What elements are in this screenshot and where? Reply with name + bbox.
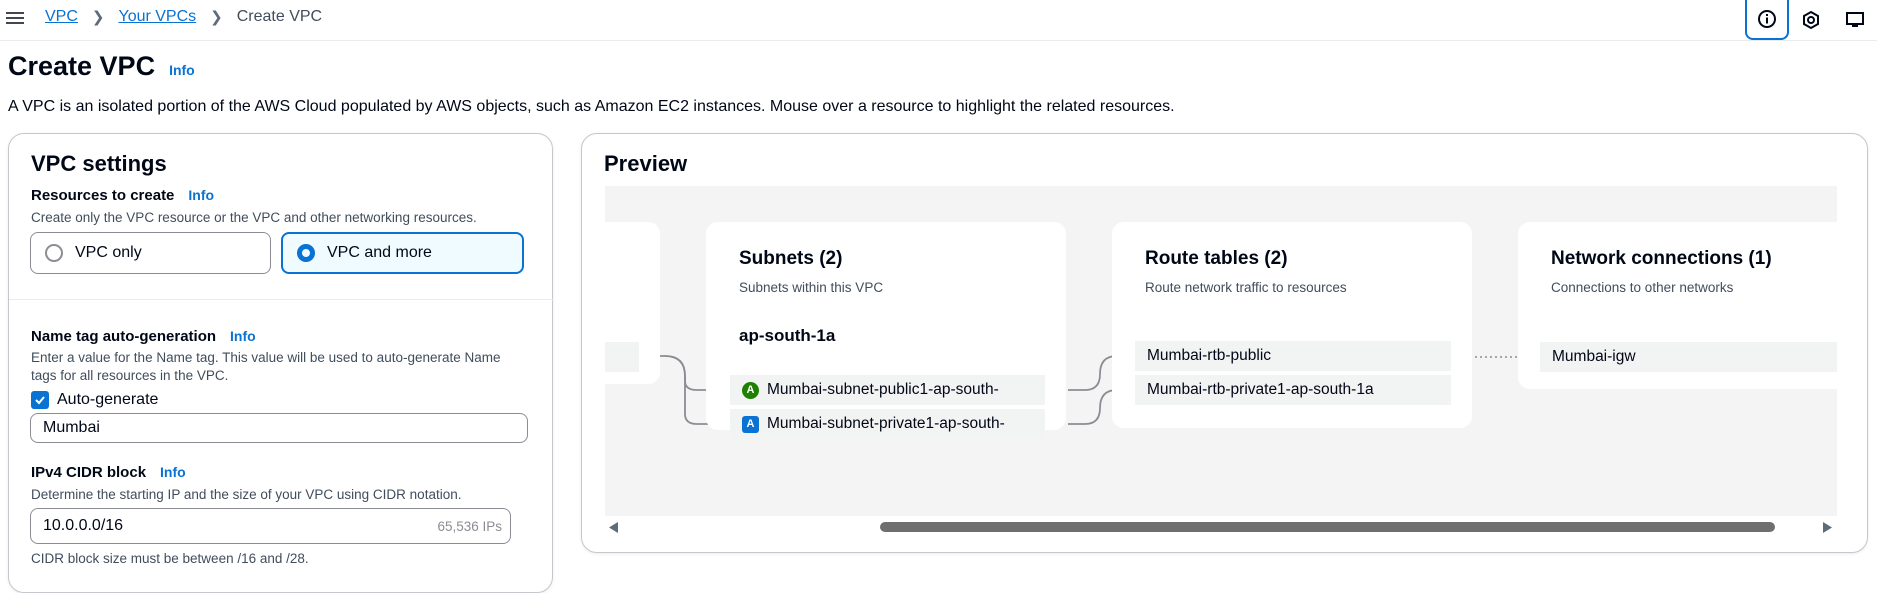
vpc-only-radio-option[interactable]: VPC only: [30, 232, 271, 274]
ipv4-cidr-input[interactable]: 10.0.0.0/16 65,536 IPs: [30, 508, 511, 544]
info-circle-icon: [1758, 10, 1776, 28]
name-tag-input[interactable]: Mumbai: [30, 413, 528, 443]
route-table-item-public[interactable]: Mumbai-rtb-public: [1135, 341, 1451, 371]
scroll-left-arrow-icon[interactable]: [609, 522, 619, 533]
name-tag-help-line2: tags for all resources in the VPC.: [31, 368, 229, 383]
availability-zone-label: ap-south-1a: [739, 326, 836, 345]
chevron-right-icon: ❯: [91, 9, 105, 26]
breadcrumb-current: Create VPC: [236, 8, 323, 25]
page-description: A VPC is an isolated portion of the AWS …: [8, 98, 1175, 115]
ipv4-ip-count: 65,536 IPs: [437, 518, 502, 534]
name-tag-value: Mumbai: [43, 419, 100, 436]
name-tag-help-line1: Enter a value for the Name tag. This val…: [31, 350, 501, 365]
screen-icon: [1846, 12, 1864, 27]
page-info-link[interactable]: Info: [169, 62, 195, 78]
route-tables-title: Route tables (2): [1145, 248, 1288, 269]
scrollbar-thumb[interactable]: [880, 522, 1775, 532]
network-connections-title: Network connections (1): [1551, 248, 1772, 269]
radio-selected-icon[interactable]: [297, 244, 315, 262]
ipv4-cidr-info-link[interactable]: Info: [160, 464, 186, 480]
breadcrumb: VPC ❯ Your VPCs ❯ Create VPC: [45, 8, 322, 26]
subnet-private-label: Mumbai-subnet-private1-ap-south-: [767, 415, 1005, 432]
name-tag-label: Name tag auto-generation Info: [31, 328, 256, 345]
name-tag-info-link[interactable]: Info: [230, 328, 256, 344]
preview-heading: Preview: [604, 151, 688, 176]
vpc-preview-item: [605, 342, 639, 372]
radio-unselected-icon[interactable]: [45, 244, 63, 262]
resources-help: Create only the VPC resource or the VPC …: [31, 210, 477, 225]
ipv4-cidr-value: 10.0.0.0/16: [43, 517, 124, 534]
tools-toolbar: [1745, 0, 1877, 40]
subnets-subtitle: Subnets within this VPC: [739, 280, 884, 295]
route-tables-subtitle: Route network traffic to resources: [1145, 280, 1347, 295]
network-connections-subtitle: Connections to other networks: [1551, 280, 1734, 295]
section-divider: [9, 299, 554, 300]
private-subnet-badge-icon: A: [742, 415, 759, 433]
ipv4-cidr-label: IPv4 CIDR block Info: [31, 464, 186, 481]
checkbox-checked-icon[interactable]: [31, 391, 49, 409]
page-title-text: Create VPC: [8, 51, 156, 81]
vpc-and-more-radio-option[interactable]: VPC and more: [281, 232, 524, 274]
resources-label-text: Resources to create: [31, 187, 175, 204]
auto-generate-label: Auto-generate: [57, 391, 159, 408]
preview-diagram: Subnets (2) Subnets within this VPC ap-s…: [605, 186, 1837, 516]
scroll-right-arrow-icon[interactable]: [1823, 522, 1833, 533]
settings-hex-icon: [1803, 10, 1819, 30]
hamburger-menu-icon[interactable]: [6, 9, 24, 27]
resources-info-link[interactable]: Info: [188, 187, 214, 203]
vpc-settings-panel: VPC settings Resources to create Info Cr…: [8, 133, 554, 593]
subnet-item-public[interactable]: A Mumbai-subnet-public1-ap-south-: [730, 375, 1045, 405]
ipv4-cidr-help: Determine the starting IP and the size o…: [31, 487, 462, 502]
preview-horizontal-scrollbar[interactable]: [605, 516, 1837, 538]
subnet-public-label: Mumbai-subnet-public1-ap-south-: [767, 381, 999, 398]
settings-button[interactable]: [1789, 0, 1833, 40]
name-tag-label-text: Name tag auto-generation: [31, 328, 217, 345]
vpc-and-more-label: VPC and more: [327, 244, 432, 261]
preview-panel: Preview Subnets (2) Subnets within this …: [581, 133, 1868, 553]
auto-generate-checkbox-row[interactable]: Auto-generate: [31, 391, 158, 409]
public-subnet-badge-icon: A: [742, 381, 759, 399]
ipv4-cidr-constraint: CIDR block size must be between /16 and …: [31, 551, 309, 566]
breadcrumb-your-vpcs-link[interactable]: Your VPCs: [118, 8, 196, 26]
vpc-settings-heading: VPC settings: [31, 151, 167, 176]
top-navigation-bar: VPC ❯ Your VPCs ❯ Create VPC: [0, 0, 1877, 41]
route-table-item-private[interactable]: Mumbai-rtb-private1-ap-south-1a: [1135, 375, 1451, 405]
network-connection-item-igw[interactable]: Mumbai-igw: [1540, 342, 1837, 372]
page-title: Create VPC Info: [8, 51, 195, 82]
chevron-right-icon: ❯: [210, 9, 223, 26]
ipv4-cidr-label-text: IPv4 CIDR block: [31, 464, 147, 481]
vpc-only-label: VPC only: [75, 244, 142, 261]
subnet-item-private[interactable]: A Mumbai-subnet-private1-ap-south-: [730, 409, 1045, 439]
subnets-title: Subnets (2): [739, 248, 843, 269]
info-panel-button[interactable]: [1745, 0, 1789, 40]
screen-button[interactable]: [1833, 0, 1877, 40]
breadcrumb-vpc-link[interactable]: VPC: [45, 8, 78, 26]
resources-label: Resources to create Info: [31, 187, 214, 204]
